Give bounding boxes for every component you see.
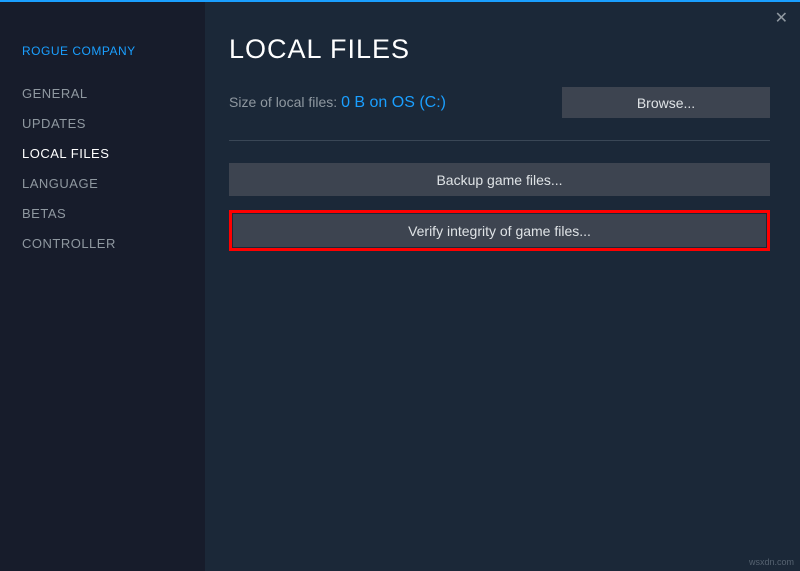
sidebar-item-label: GENERAL	[22, 86, 88, 101]
size-row: Size of local files: 0 B on OS (C:) Brow…	[229, 87, 770, 118]
sidebar-item-updates[interactable]: UPDATES	[22, 116, 183, 131]
sidebar-item-label: UPDATES	[22, 116, 86, 131]
verify-integrity-button[interactable]: Verify integrity of game files...	[233, 214, 766, 247]
sidebar-item-label: CONTROLLER	[22, 236, 116, 251]
close-icon[interactable]: ✕	[775, 8, 788, 28]
sidebar-item-label: LANGUAGE	[22, 176, 98, 191]
sidebar-item-label: BETAS	[22, 206, 66, 221]
main-content: LOCAL FILES Size of local files: 0 B on …	[205, 2, 800, 571]
backup-button[interactable]: Backup game files...	[229, 163, 770, 196]
page-title: LOCAL FILES	[229, 34, 770, 65]
watermark: wsxdn.com	[749, 557, 794, 567]
top-accent-bar	[0, 0, 800, 2]
sidebar-item-general[interactable]: GENERAL	[22, 86, 183, 101]
game-title: ROGUE COMPANY	[22, 44, 183, 58]
size-label: Size of local files:	[229, 94, 341, 110]
verify-highlight: Verify integrity of game files...	[229, 210, 770, 251]
divider	[229, 140, 770, 141]
sidebar-item-label: LOCAL FILES	[22, 146, 109, 161]
sidebar: ROGUE COMPANY GENERAL UPDATES LOCAL FILE…	[0, 2, 205, 571]
sidebar-item-local-files[interactable]: LOCAL FILES	[22, 146, 183, 161]
sidebar-item-controller[interactable]: CONTROLLER	[22, 236, 183, 251]
size-text: Size of local files: 0 B on OS (C:)	[229, 94, 446, 112]
sidebar-item-language[interactable]: LANGUAGE	[22, 176, 183, 191]
sidebar-item-betas[interactable]: BETAS	[22, 206, 183, 221]
browse-button[interactable]: Browse...	[562, 87, 770, 118]
size-value-link[interactable]: 0 B on OS (C:)	[341, 94, 446, 111]
window-container: ROGUE COMPANY GENERAL UPDATES LOCAL FILE…	[0, 0, 800, 571]
